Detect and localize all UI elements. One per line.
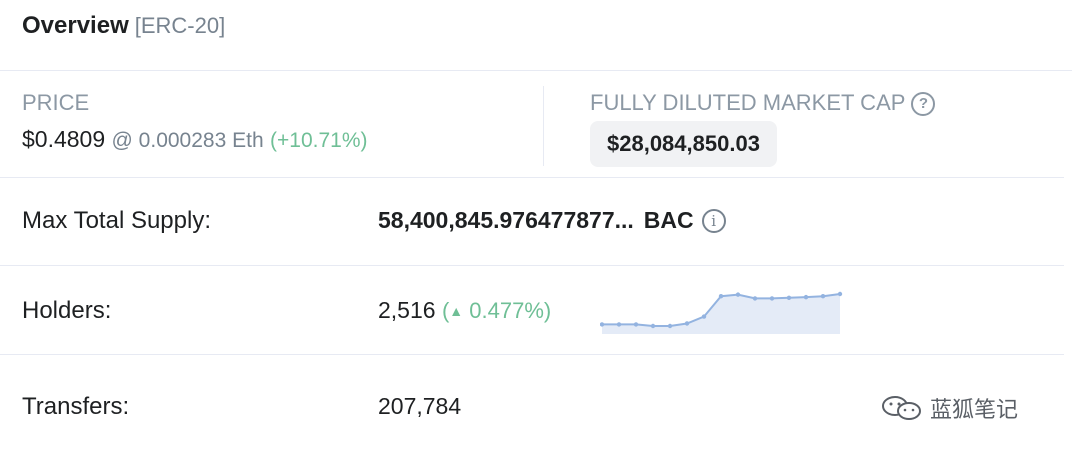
price-usd: $0.4809 bbox=[22, 126, 106, 152]
market-cap-label-text: FULLY DILUTED MARKET CAP bbox=[590, 90, 906, 115]
sparkline-point bbox=[684, 321, 690, 326]
watermark-text: 蓝狐笔记 bbox=[930, 397, 1019, 422]
row-divider bbox=[0, 265, 1064, 266]
row-divider bbox=[0, 177, 1064, 178]
sparkline-area bbox=[602, 294, 840, 334]
transfers-label: Transfers: bbox=[22, 393, 130, 420]
sparkline-point bbox=[616, 322, 622, 327]
holders-count: 2,516 bbox=[378, 297, 436, 323]
sparkline-point bbox=[803, 294, 809, 300]
sparkline-point bbox=[600, 322, 605, 327]
holders-value: 2,516 (▲ 0.477%) bbox=[378, 297, 551, 324]
sparkline-point bbox=[820, 293, 826, 299]
title-text: Overview bbox=[22, 12, 129, 39]
column-divider bbox=[543, 86, 544, 166]
sparkline-point bbox=[837, 291, 843, 297]
price-eth: @ 0.000283 Eth bbox=[111, 129, 264, 152]
wechat-icon bbox=[882, 396, 921, 420]
market-cap-label: FULLY DILUTED MARKET CAP? bbox=[590, 90, 936, 116]
max-supply-label: Max Total Supply: bbox=[22, 207, 211, 234]
holders-sparkline bbox=[600, 291, 843, 334]
sparkline-point bbox=[752, 296, 758, 301]
sparkline-point bbox=[786, 295, 792, 300]
market-cap-value: $28,084,850.03 bbox=[590, 121, 777, 167]
info-circle-icon[interactable]: i bbox=[701, 209, 726, 233]
price-change: (+10.71%) bbox=[270, 129, 368, 152]
sparkline-point bbox=[701, 314, 707, 319]
sparkline-point bbox=[650, 323, 656, 329]
token-overview-card: Overview [ERC-20] PRICE $0.4809 @ 0.00028… bbox=[0, 0, 1072, 454]
max-supply-amount: 58,400,845.976477877... bbox=[378, 207, 634, 233]
max-supply-value: 58,400,845.976477877... BAC i bbox=[378, 207, 726, 234]
token-symbol: BAC bbox=[643, 207, 694, 233]
card-title: Overview [ERC-20] bbox=[22, 12, 225, 40]
question-circle-icon[interactable]: ? bbox=[911, 92, 936, 116]
holders-change-value: 0.477%) bbox=[469, 298, 552, 323]
token-standard-tag: [ERC-20] bbox=[134, 13, 226, 38]
price-value: $0.4809 @ 0.000283 Eth (+10.71%) bbox=[22, 126, 368, 153]
sparkline-point bbox=[769, 296, 775, 301]
row-divider bbox=[0, 354, 1064, 355]
holders-change: (▲ 0.477%) bbox=[442, 298, 551, 323]
sparkline-point bbox=[718, 293, 724, 299]
caret-up-icon: ▲ bbox=[449, 303, 464, 319]
sparkline-point bbox=[633, 322, 639, 327]
price-label: PRICE bbox=[22, 90, 90, 115]
sparkline-point bbox=[735, 292, 741, 297]
transfers-value: 207,784 bbox=[378, 393, 462, 419]
holders-label: Holders: bbox=[22, 297, 112, 324]
watermark: 蓝狐笔记 bbox=[880, 392, 1018, 424]
card-header: Overview [ERC-20] bbox=[0, 0, 1072, 71]
sparkline-point bbox=[667, 323, 673, 329]
